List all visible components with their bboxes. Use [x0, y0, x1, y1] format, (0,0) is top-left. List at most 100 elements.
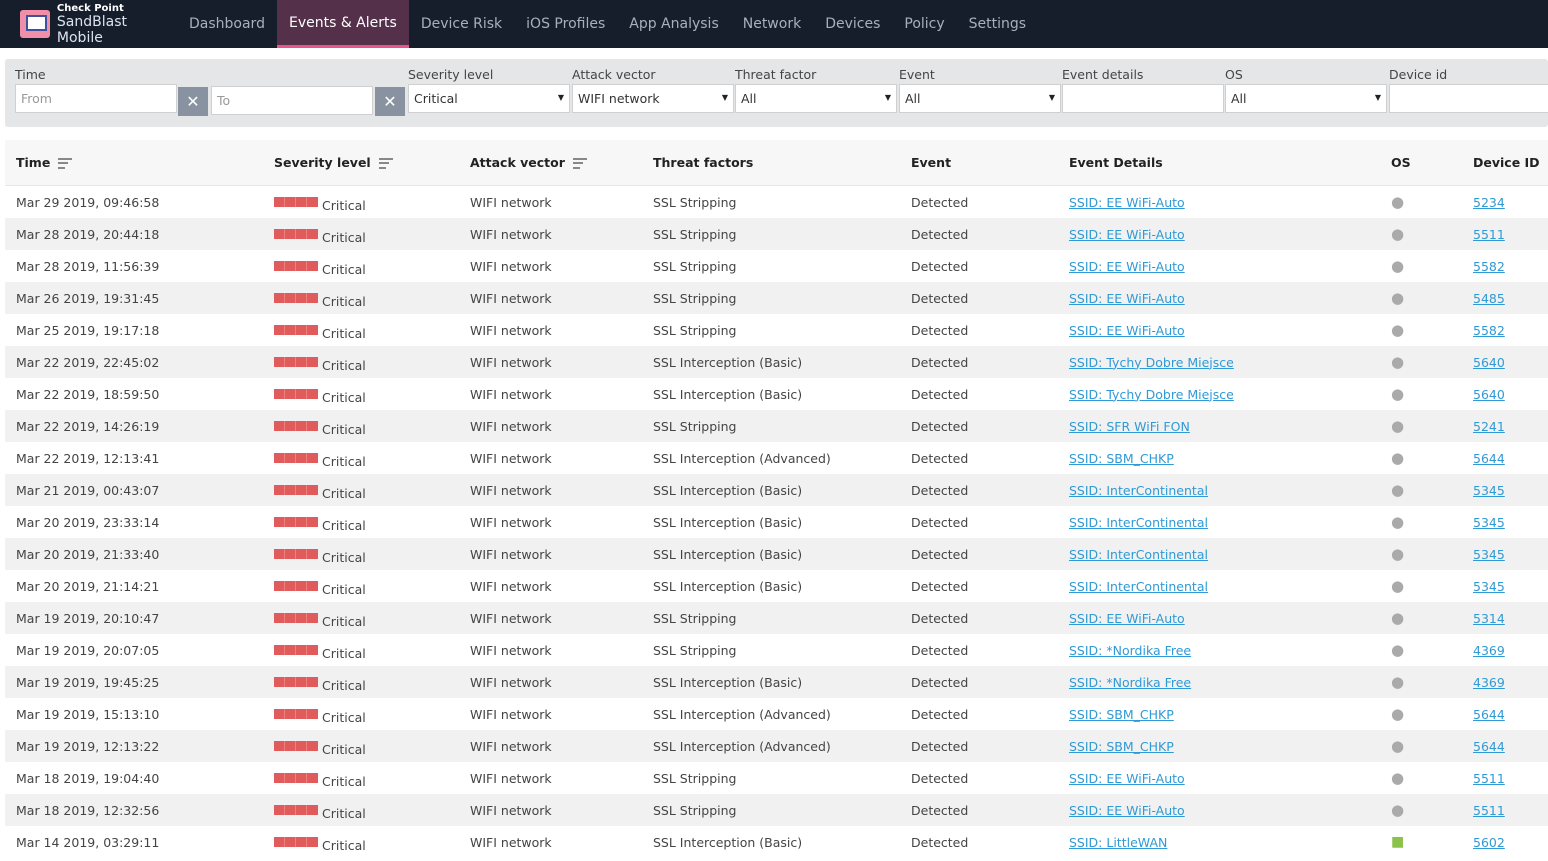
- table-row[interactable]: Mar 22 2019, 22:45:02 Critical WIFI networ…: [5, 346, 1548, 378]
- event-details-link[interactable]: SSID: EE WiFi-Auto: [1069, 771, 1185, 786]
- event-details-link[interactable]: SSID: EE WiFi-Auto: [1069, 195, 1185, 210]
- device-id-link[interactable]: 5644: [1473, 707, 1505, 722]
- table-row[interactable]: Mar 18 2019, 19:04:40 Critical WIFI networ…: [5, 762, 1548, 794]
- table-row[interactable]: Mar 19 2019, 19:45:25 Critical WIFI networ…: [5, 666, 1548, 698]
- event-details-link[interactable]: SSID: EE WiFi-Auto: [1069, 323, 1185, 338]
- device-id-link[interactable]: 5582: [1473, 259, 1505, 274]
- table-row[interactable]: Mar 19 2019, 20:07:05 Critical WIFI networ…: [5, 634, 1548, 666]
- device-id-link[interactable]: 5644: [1473, 739, 1505, 754]
- table-row[interactable]: Mar 14 2019, 03:29:11 Critical WIFI networ…: [5, 826, 1548, 858]
- column-header[interactable]: Event Details: [1069, 155, 1163, 170]
- device-id-link[interactable]: 5582: [1473, 323, 1505, 338]
- nav-tab-devices[interactable]: Devices: [813, 0, 892, 48]
- table-row[interactable]: Mar 19 2019, 20:10:47 Critical WIFI networ…: [5, 602, 1548, 634]
- device-id-link[interactable]: 5345: [1473, 579, 1505, 594]
- nav-tab-device-risk[interactable]: Device Risk: [409, 0, 514, 48]
- event-details-link[interactable]: SSID: EE WiFi-Auto: [1069, 259, 1185, 274]
- nav-tab-policy[interactable]: Policy: [892, 0, 956, 48]
- device-id-link[interactable]: 5511: [1473, 771, 1505, 786]
- event-details-link[interactable]: SSID: SFR WiFi FON: [1069, 419, 1190, 434]
- device-id-link[interactable]: 5485: [1473, 291, 1505, 306]
- device-id-link[interactable]: 5345: [1473, 515, 1505, 530]
- event-details-link[interactable]: SSID: EE WiFi-Auto: [1069, 803, 1185, 818]
- column-title: Event: [911, 155, 952, 170]
- event-details-link[interactable]: SSID: EE WiFi-Auto: [1069, 611, 1185, 626]
- time-cell: Mar 19 2019, 12:13:22: [16, 738, 160, 754]
- table-row[interactable]: Mar 28 2019, 20:44:18 Critical WIFI networ…: [5, 218, 1548, 250]
- table-row[interactable]: Mar 19 2019, 15:13:10 Critical WIFI networ…: [5, 698, 1548, 730]
- event-details-link[interactable]: SSID: EE WiFi-Auto: [1069, 227, 1185, 242]
- column-header[interactable]: Threat factors: [653, 155, 753, 170]
- device-id-link[interactable]: 5241: [1473, 419, 1505, 434]
- threat-select[interactable]: All: [735, 84, 897, 113]
- table-row[interactable]: Mar 29 2019, 09:46:58 Critical WIFI networ…: [5, 186, 1548, 218]
- table-row[interactable]: Mar 22 2019, 12:13:41 Critical WIFI networ…: [5, 442, 1548, 474]
- table-row[interactable]: Mar 20 2019, 21:33:40 Critical WIFI networ…: [5, 538, 1548, 570]
- table-row[interactable]: Mar 20 2019, 21:14:21 Critical WIFI networ…: [5, 570, 1548, 602]
- event-select[interactable]: All: [899, 84, 1061, 113]
- event-details-link[interactable]: SSID: SBM_CHKP: [1069, 451, 1174, 466]
- clear-to-button[interactable]: ✕: [375, 87, 405, 116]
- event-details-link[interactable]: SSID: LittleWAN: [1069, 835, 1167, 850]
- nav-tab-events-alerts[interactable]: Events & Alerts: [276, 0, 409, 48]
- table-row[interactable]: Mar 26 2019, 19:31:45 Critical WIFI networ…: [5, 282, 1548, 314]
- device-id-link[interactable]: 5345: [1473, 483, 1505, 498]
- device-input[interactable]: [1389, 84, 1548, 113]
- table-row[interactable]: Mar 28 2019, 11:56:39 Critical WIFI networ…: [5, 250, 1548, 282]
- device-id-link[interactable]: 4369: [1473, 675, 1505, 690]
- table-row[interactable]: Mar 19 2019, 12:13:22 Critical WIFI networ…: [5, 730, 1548, 762]
- event-details-link[interactable]: SSID: *Nordika Free: [1069, 643, 1191, 658]
- time-from-input[interactable]: From: [15, 84, 177, 113]
- device-id-link[interactable]: 5314: [1473, 611, 1505, 626]
- device-id-link[interactable]: 5345: [1473, 547, 1505, 562]
- column-header[interactable]: Time: [16, 155, 73, 170]
- device-id-link[interactable]: 5511: [1473, 227, 1505, 242]
- device-id-link[interactable]: 4369: [1473, 643, 1505, 658]
- device-id-link[interactable]: 5644: [1473, 451, 1505, 466]
- os-select[interactable]: All: [1225, 84, 1387, 113]
- nav-tab-app-analysis[interactable]: App Analysis: [617, 0, 730, 48]
- event-details-link[interactable]: SSID: SBM_CHKP: [1069, 739, 1174, 754]
- event-details-link[interactable]: SSID: InterContinental: [1069, 547, 1208, 562]
- event-details-link[interactable]: SSID: Tychy Dobre Miejsce: [1069, 355, 1234, 370]
- column-header[interactable]: Device ID: [1473, 155, 1540, 170]
- device-id-link[interactable]: 5602: [1473, 835, 1505, 850]
- column-header[interactable]: Event: [911, 155, 951, 170]
- event-details-link[interactable]: SSID: SBM_CHKP: [1069, 707, 1174, 722]
- time-to-input[interactable]: To: [211, 86, 373, 115]
- logo[interactable]: Check Point SandBlast Mobile: [0, 0, 177, 48]
- nav-tab-network[interactable]: Network: [731, 0, 813, 48]
- clear-from-button[interactable]: ✕: [178, 87, 208, 116]
- event-details-link[interactable]: SSID: InterContinental: [1069, 483, 1208, 498]
- nav-tab-settings[interactable]: Settings: [957, 0, 1038, 48]
- threat-cell: SSL Stripping: [653, 194, 737, 210]
- event-details-link[interactable]: SSID: InterContinental: [1069, 579, 1208, 594]
- sort-icon[interactable]: [572, 158, 587, 169]
- nav-tab-ios-profiles[interactable]: iOS Profiles: [514, 0, 617, 48]
- event-cell: Detected: [911, 226, 969, 242]
- vector-select[interactable]: WIFI network: [572, 84, 734, 113]
- column-header[interactable]: Severity level: [274, 155, 393, 170]
- vector-cell: WIFI network: [470, 674, 552, 690]
- nav-tab-dashboard[interactable]: Dashboard: [177, 0, 277, 48]
- event-details-link[interactable]: SSID: InterContinental: [1069, 515, 1208, 530]
- sort-icon[interactable]: [58, 158, 73, 169]
- column-header[interactable]: Attack vector: [470, 155, 587, 170]
- event-details-link[interactable]: SSID: EE WiFi-Auto: [1069, 291, 1185, 306]
- table-row[interactable]: Mar 22 2019, 14:26:19 Critical WIFI networ…: [5, 410, 1548, 442]
- event-details-link[interactable]: SSID: Tychy Dobre Miejsce: [1069, 387, 1234, 402]
- table-row[interactable]: Mar 20 2019, 23:33:14 Critical WIFI networ…: [5, 506, 1548, 538]
- severity-select[interactable]: Critical: [408, 84, 570, 113]
- details-input[interactable]: [1062, 84, 1224, 113]
- device-id-link[interactable]: 5640: [1473, 387, 1505, 402]
- event-details-link[interactable]: SSID: *Nordika Free: [1069, 675, 1191, 690]
- device-id-link[interactable]: 5511: [1473, 803, 1505, 818]
- device-id-link[interactable]: 5640: [1473, 355, 1505, 370]
- table-row[interactable]: Mar 22 2019, 18:59:50 Critical WIFI networ…: [5, 378, 1548, 410]
- table-row[interactable]: Mar 25 2019, 19:17:18 Critical WIFI networ…: [5, 314, 1548, 346]
- sort-icon[interactable]: [378, 158, 393, 169]
- table-row[interactable]: Mar 21 2019, 00:43:07 Critical WIFI networ…: [5, 474, 1548, 506]
- table-row[interactable]: Mar 18 2019, 12:32:56 Critical WIFI networ…: [5, 794, 1548, 826]
- device-id-link[interactable]: 5234: [1473, 195, 1505, 210]
- column-header[interactable]: OS: [1391, 155, 1411, 170]
